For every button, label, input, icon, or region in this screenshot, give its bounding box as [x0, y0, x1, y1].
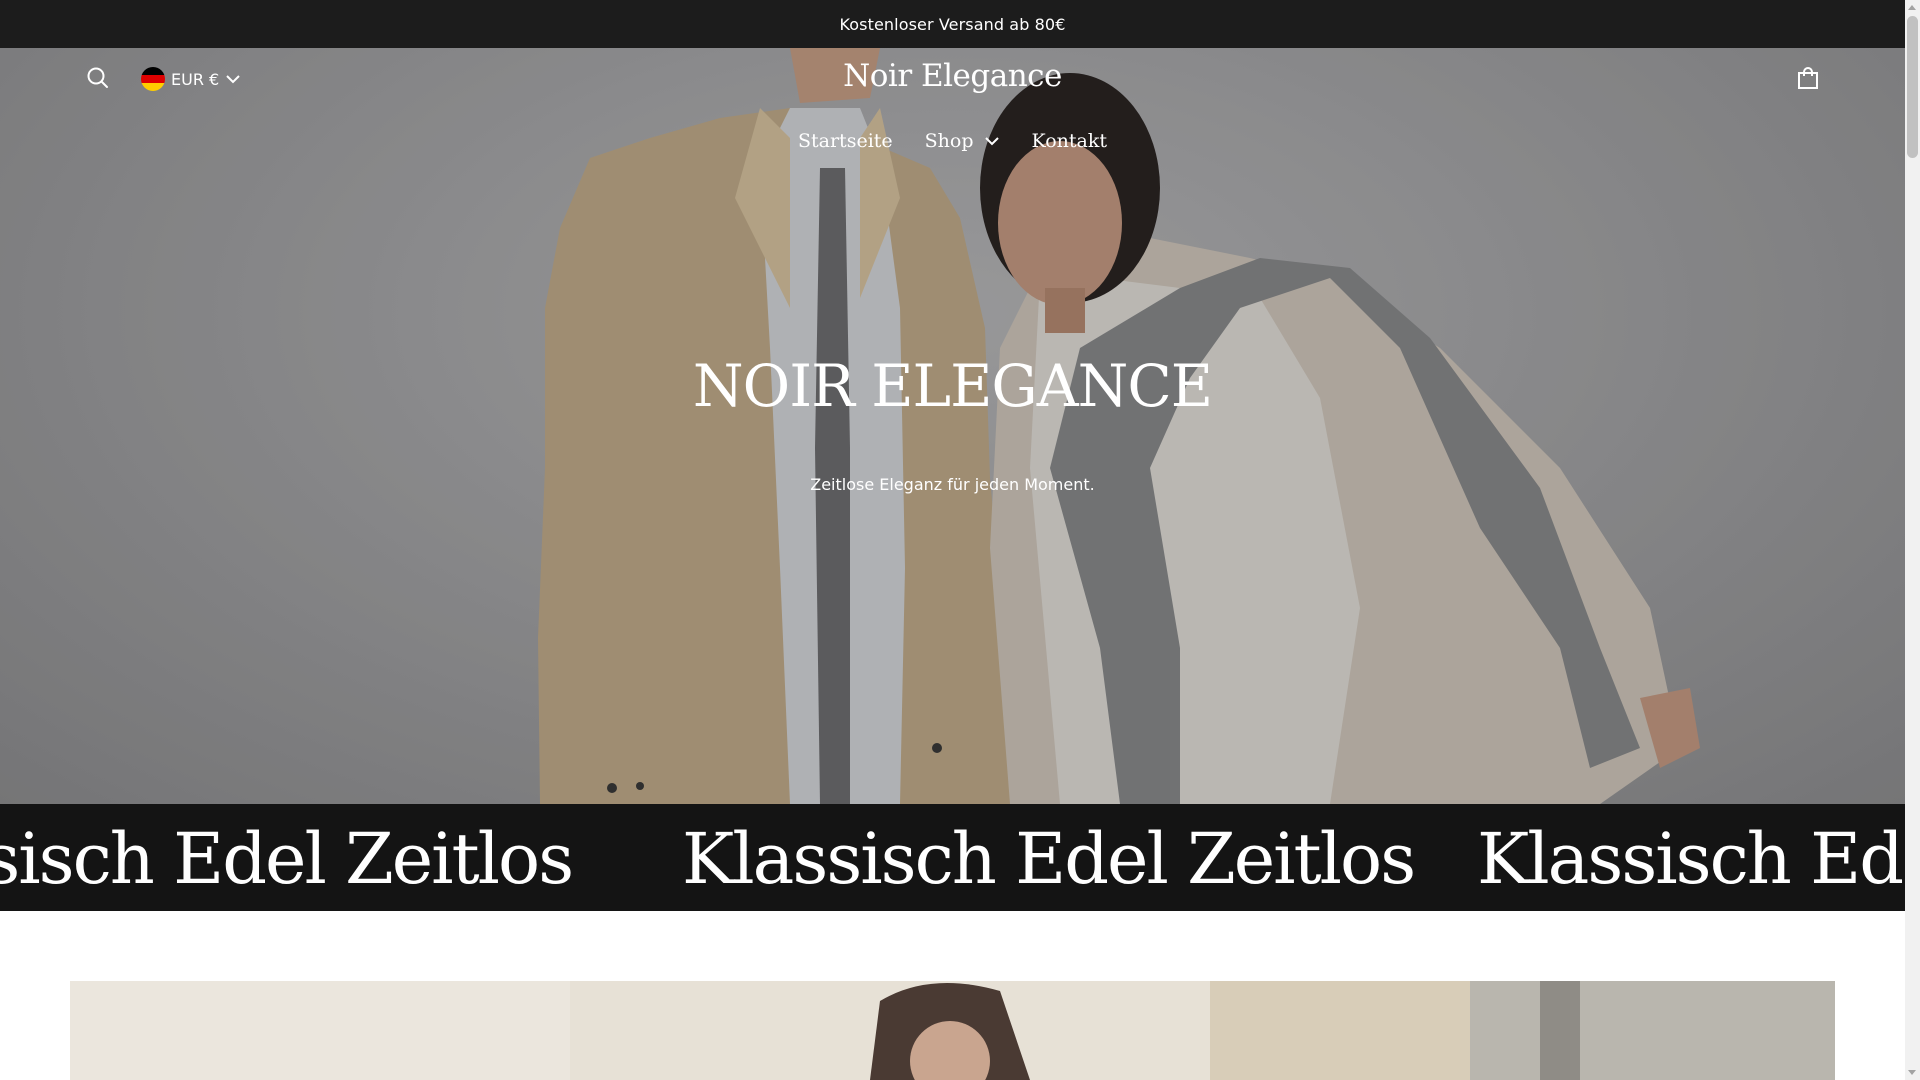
hero-overlay — [0, 48, 1905, 804]
featured-photo — [70, 981, 1835, 1080]
hero-subtitle: Zeitlose Eleganz für jeden Moment. — [810, 475, 1095, 494]
page-scrollbar[interactable] — [1905, 0, 1920, 1080]
scroll-down-arrow-icon[interactable] — [1908, 1070, 1916, 1075]
featured-image — [70, 981, 1835, 1080]
marquee-item: Klassisch Edel Zeitlos — [0, 818, 574, 900]
scrollbar-thumb[interactable] — [1907, 16, 1918, 158]
hero-banner — [0, 48, 1905, 804]
main-nav: Startseite Shop Kontakt — [0, 130, 1905, 152]
hero-title: NOIR ELEGANCE — [692, 352, 1213, 420]
nav-item-kontakt[interactable]: Kontakt — [1032, 130, 1107, 152]
nav-item-startseite[interactable]: Startseite — [798, 130, 893, 152]
marquee-item: Klassisch Edel Zeitlos — [682, 818, 1416, 900]
marquee-item: Klassisch Edel Zeitlos — [1477, 818, 1905, 900]
nav-item-shop[interactable]: Shop — [925, 130, 1000, 152]
page: Kostenloser Versand ab 80€ EUR € Noir El… — [0, 0, 1905, 1080]
shopping-bag-icon — [1798, 67, 1818, 89]
announcement-text: Kostenloser Versand ab 80€ — [839, 14, 1066, 34]
announcement-bar: Kostenloser Versand ab 80€ — [0, 0, 1905, 48]
site-logo[interactable]: Noir Elegance — [0, 58, 1905, 94]
cart-button[interactable] — [1794, 64, 1822, 92]
scroll-up-arrow-icon[interactable] — [1908, 5, 1916, 10]
chevron-down-icon — [984, 137, 999, 146]
marquee-banner: Klassisch Edel Zeitlos Klassisch Edel Ze… — [0, 804, 1905, 911]
